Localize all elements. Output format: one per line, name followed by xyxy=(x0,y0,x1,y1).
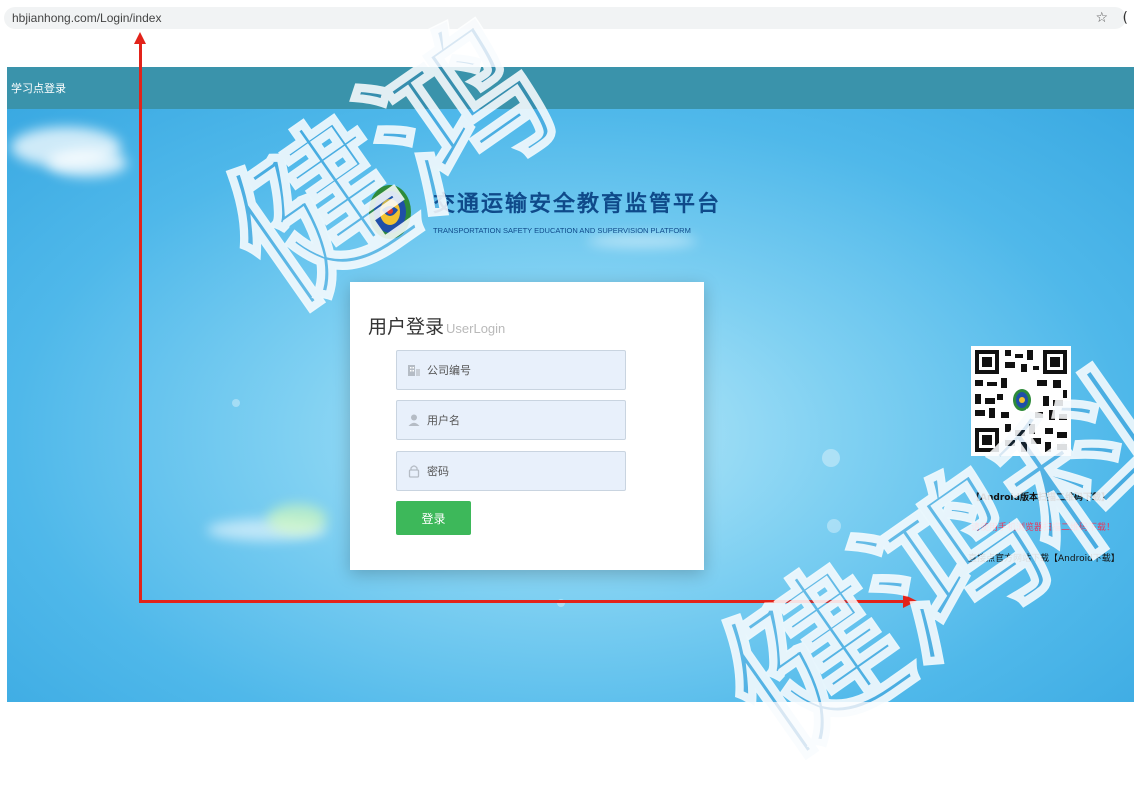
password-field[interactable] xyxy=(396,451,626,491)
url-text[interactable]: hbjianhong.com/Login/index xyxy=(12,9,161,27)
username-input[interactable] xyxy=(427,401,617,439)
download-qr-code xyxy=(971,346,1071,456)
annotation-arrow-horizontal xyxy=(139,600,907,603)
company-id-input[interactable] xyxy=(427,351,617,389)
platform-title: 交通运输安全教育监管平台 xyxy=(433,192,722,217)
browser-address-bar: hbjianhong.com/Login/index ☆ ( xyxy=(0,0,1134,36)
shield-emblem-icon xyxy=(369,185,411,239)
lock-icon xyxy=(408,465,420,478)
platform-subtitle: TRANSPORTATION SAFETY EDUCATION AND SUPE… xyxy=(433,226,691,235)
password-input[interactable] xyxy=(427,452,617,490)
bokeh-light xyxy=(827,519,841,533)
login-title: 用户登录 xyxy=(368,316,445,338)
login-button[interactable]: 登录 xyxy=(396,501,471,535)
cloud-decoration xyxy=(267,504,327,534)
official-download-link[interactable]: 直接点官方网站下载【Android下载】 xyxy=(968,551,1120,564)
header-title: 学习点登录 xyxy=(11,82,66,95)
bokeh-light xyxy=(232,399,240,407)
profile-icon[interactable]: ( xyxy=(1123,8,1128,28)
company-id-field[interactable] xyxy=(396,350,626,390)
user-icon xyxy=(408,414,420,426)
url-field[interactable]: hbjianhong.com/Login/index ☆ ( xyxy=(4,7,1128,29)
site-header: 学习点登录 xyxy=(7,67,1134,109)
username-field[interactable] xyxy=(396,400,626,440)
login-card: 用户登录UserLogin 登录 xyxy=(350,282,704,570)
cloud-decoration xyxy=(47,149,127,177)
login-subtitle: UserLogin xyxy=(446,321,506,336)
login-heading: 用户登录 UserLogin xyxy=(368,312,505,339)
building-icon xyxy=(408,365,420,376)
qr-scan-hint: 请使用手机浏览器扫描二维码下载！ xyxy=(971,523,1116,533)
qr-download-label: 【Android版本扫描二维码下载】 xyxy=(971,493,1110,503)
bokeh-light xyxy=(822,449,840,467)
annotation-arrowhead-up xyxy=(134,32,146,44)
annotation-arrow-vertical xyxy=(139,40,142,602)
annotation-arrowhead-right xyxy=(903,594,917,608)
star-icon[interactable]: ☆ xyxy=(1095,8,1108,28)
cloud-decoration xyxy=(587,234,697,248)
